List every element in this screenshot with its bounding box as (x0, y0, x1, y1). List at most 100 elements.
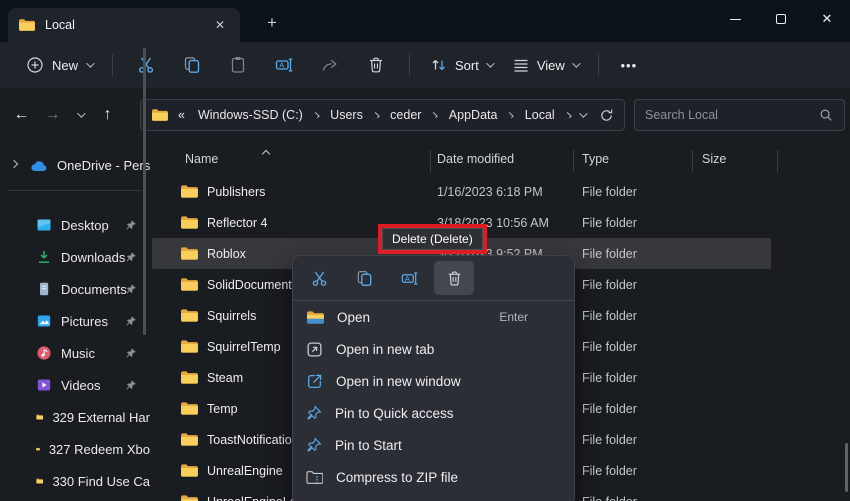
close-button[interactable]: ✕ (804, 0, 850, 38)
recent-locations-button[interactable] (68, 99, 92, 130)
column-header-name[interactable]: Name (185, 152, 218, 166)
file-type: File folder (582, 371, 637, 385)
sidebar-item-onedrive[interactable]: OneDrive - Perso (0, 150, 150, 180)
cut-button[interactable] (123, 48, 169, 82)
open-new-tab-icon (306, 341, 323, 358)
tab-local[interactable]: Local ✕ (8, 8, 240, 42)
file-type: File folder (582, 185, 637, 199)
menu-item-label: Open in new window (336, 374, 461, 389)
address-bar[interactable]: « Windows-SSD (C:) Users ceder AppData L… (140, 99, 625, 131)
menu-item-open-new-window[interactable]: Open in new window (293, 365, 574, 397)
up-button[interactable]: ↑ (92, 99, 123, 130)
chevron-right-icon (508, 112, 515, 119)
address-dropdown-icon[interactable] (579, 109, 587, 117)
file-list-scrollbar[interactable] (845, 443, 848, 492)
new-button[interactable]: New (16, 50, 102, 80)
sidebar-item-folder-327[interactable]: 327 Redeem Xbo (0, 433, 150, 465)
chevron-right-icon (373, 112, 380, 119)
column-divider[interactable] (430, 150, 431, 172)
menu-item-pin-quick-access[interactable]: Pin to Quick access (293, 397, 574, 429)
column-headers: Name Date modified Type Size (150, 148, 850, 174)
command-bar: New A Sort View (0, 42, 850, 88)
breadcrumb-segment-users[interactable]: Users (327, 106, 366, 124)
sidebar-scrollbar[interactable] (143, 48, 146, 335)
sidebar-item-label: Pictures (61, 314, 108, 329)
minimize-button[interactable] (712, 0, 758, 38)
copy-menu-button[interactable] (344, 261, 384, 295)
sidebar-item-label: Desktop (61, 218, 109, 233)
svg-text:A: A (279, 61, 284, 70)
pictures-icon (36, 313, 52, 329)
context-menu: A Open Enter Open in new tab Open in new… (292, 255, 575, 501)
breadcrumb-segment-ceder[interactable]: ceder (387, 106, 424, 124)
search-box[interactable] (634, 99, 845, 131)
breadcrumb-segment-local[interactable]: Local (522, 106, 558, 124)
cut-menu-button[interactable] (299, 261, 339, 295)
folder-icon (180, 339, 198, 354)
chevron-down-icon (572, 59, 580, 67)
rename-menu-button[interactable]: A (389, 261, 429, 295)
view-button-label: View (537, 58, 565, 73)
folder-icon (180, 463, 198, 478)
file-name: SquirrelTemp (207, 340, 281, 354)
navigation-row: ← → ↑ « Windows-SSD (C:) Users ceder App… (0, 88, 850, 142)
column-divider[interactable] (692, 150, 693, 172)
sidebar-item-label: Downloads (61, 250, 125, 265)
column-divider[interactable] (777, 150, 778, 172)
new-tab-button[interactable]: + (258, 10, 286, 36)
tab-close-icon[interactable]: ✕ (210, 15, 230, 35)
delete-menu-button[interactable] (434, 261, 474, 295)
rename-button[interactable]: A (261, 48, 307, 82)
folder-icon (180, 432, 198, 447)
expand-chevron-icon[interactable] (10, 160, 18, 168)
back-button[interactable]: ← (6, 99, 37, 130)
menu-item-open[interactable]: Open Enter (293, 301, 574, 333)
sidebar-item-downloads[interactable]: Downloads (0, 241, 150, 273)
share-button[interactable] (307, 48, 353, 82)
sidebar-item-desktop[interactable]: Desktop (0, 209, 150, 241)
sidebar-item-label: Music (61, 346, 95, 361)
svg-text:A: A (404, 274, 409, 282)
delete-tooltip: Delete (Delete) (382, 228, 483, 250)
share-icon (320, 55, 340, 75)
folder-icon (180, 277, 198, 292)
copy-button[interactable] (169, 48, 215, 82)
sidebar-item-folder-330[interactable]: 330 Find Use Ca (0, 465, 150, 497)
maximize-button[interactable] (758, 0, 804, 38)
folder-icon (18, 18, 35, 32)
sidebar-item-folder-329[interactable]: 329 External Har (0, 401, 150, 433)
pin-icon (125, 251, 137, 263)
column-divider[interactable] (573, 150, 574, 172)
menu-item-open-new-tab[interactable]: Open in new tab (293, 333, 574, 365)
more-options-button[interactable]: ••• (609, 48, 649, 82)
folder-icon (180, 494, 198, 501)
sidebar-item-music[interactable]: Music (0, 337, 150, 369)
menu-item-shortcut: Enter (499, 310, 528, 324)
column-header-date[interactable]: Date modified (437, 152, 514, 166)
view-button[interactable]: View (502, 50, 588, 80)
forward-button[interactable]: → (37, 99, 68, 130)
breadcrumb-segment-drive[interactable]: Windows-SSD (C:) (195, 106, 306, 124)
breadcrumb-overflow[interactable]: « (175, 106, 188, 124)
menu-item-compress-zip[interactable]: Compress to ZIP file (293, 461, 574, 493)
sidebar-item-label: OneDrive - Perso (57, 158, 150, 173)
rename-icon: A (400, 269, 419, 288)
paste-button[interactable] (215, 48, 261, 82)
search-icon (819, 108, 834, 123)
search-input[interactable] (645, 108, 819, 122)
sort-button[interactable]: Sort (420, 50, 502, 80)
menu-item-pin-to-start[interactable]: Pin to Start (293, 429, 574, 461)
folder-open-icon (306, 310, 324, 325)
column-header-type[interactable]: Type (582, 152, 609, 166)
column-header-size[interactable]: Size (702, 152, 726, 166)
sidebar-item-pictures[interactable]: Pictures (0, 305, 150, 337)
sidebar-item-videos[interactable]: Videos (0, 369, 150, 401)
refresh-button[interactable] (599, 108, 614, 123)
trash-icon (445, 269, 464, 288)
pin-icon (125, 379, 137, 391)
table-row[interactable]: Publishers 1/16/2023 6:18 PM File folder (152, 176, 771, 207)
delete-button[interactable] (353, 48, 399, 82)
file-type: File folder (582, 216, 637, 230)
sidebar-item-documents[interactable]: Documents (0, 273, 150, 305)
breadcrumb-segment-appdata[interactable]: AppData (446, 106, 501, 124)
